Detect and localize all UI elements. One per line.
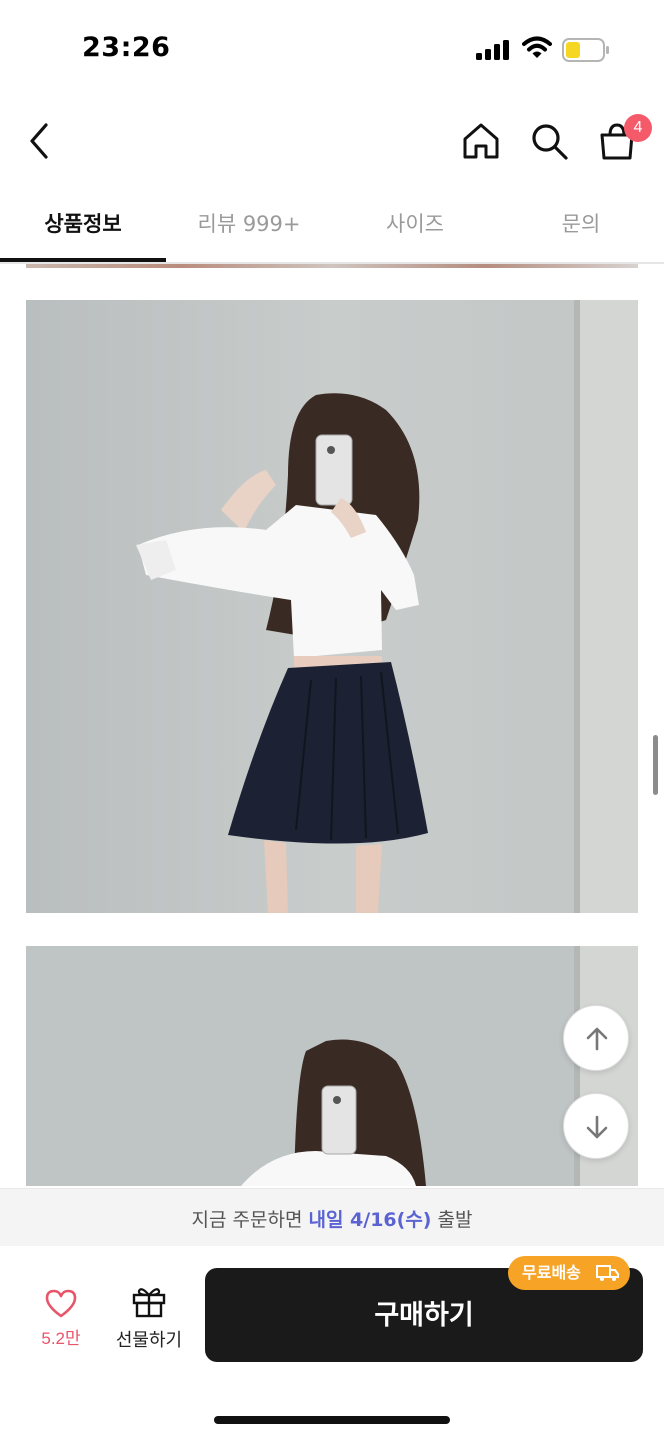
gift-icon — [132, 1288, 166, 1318]
search-icon[interactable] — [528, 120, 570, 162]
like-button[interactable]: 5.2만 — [30, 1288, 92, 1352]
battery-icon — [562, 38, 609, 62]
scroll-to-top-button[interactable] — [563, 1005, 629, 1071]
product-image-1 — [26, 300, 638, 913]
tab-reviews[interactable]: 리뷰 999+ — [166, 208, 332, 238]
gift-label: 선물하기 — [115, 1330, 183, 1351]
scroll-to-bottom-button[interactable] — [563, 1093, 629, 1159]
nav-bar: 4 — [0, 100, 664, 182]
gift-button[interactable]: 선물하기 — [108, 1284, 190, 1352]
bottom-action-bar: 5.2만 선물하기 구매하기 무료배송 — [0, 1246, 664, 1440]
arrow-up-icon — [586, 1027, 608, 1051]
free-shipping-label: 무료배송 — [522, 1263, 581, 1282]
wifi-icon — [522, 36, 552, 58]
shipping-date: 내일 4/16(수) — [308, 1209, 432, 1231]
home-indicator — [214, 1416, 450, 1424]
shipping-notice: 지금 주문하면 내일 4/16(수) 출발 — [0, 1188, 664, 1246]
product-tabs: 상품정보 리뷰 999+ 사이즈 문의 — [0, 182, 664, 264]
product-image-2 — [26, 946, 638, 1186]
tab-product-info[interactable]: 상품정보 — [0, 208, 166, 238]
truck-icon — [596, 1265, 619, 1281]
arrow-down-icon — [586, 1115, 608, 1139]
cart-count-badge: 4 — [624, 114, 652, 142]
like-count: 5.2만 — [41, 1329, 81, 1348]
tab-inquiry[interactable]: 문의 — [498, 208, 664, 238]
tab-size[interactable]: 사이즈 — [332, 208, 498, 238]
shipping-notice-suffix: 출발 — [431, 1209, 473, 1231]
heart-icon — [45, 1289, 77, 1318]
status-bar: 23:26 — [0, 0, 664, 100]
scrollbar-thumb[interactable] — [653, 735, 658, 795]
shipping-notice-prefix: 지금 주문하면 — [191, 1209, 309, 1231]
home-icon[interactable] — [460, 120, 502, 162]
free-shipping-badge: 무료배송 — [508, 1256, 630, 1290]
signal-icon — [476, 40, 509, 60]
previous-image-edge — [26, 264, 638, 268]
back-icon[interactable] — [24, 120, 58, 162]
status-time: 23:26 — [82, 32, 171, 63]
